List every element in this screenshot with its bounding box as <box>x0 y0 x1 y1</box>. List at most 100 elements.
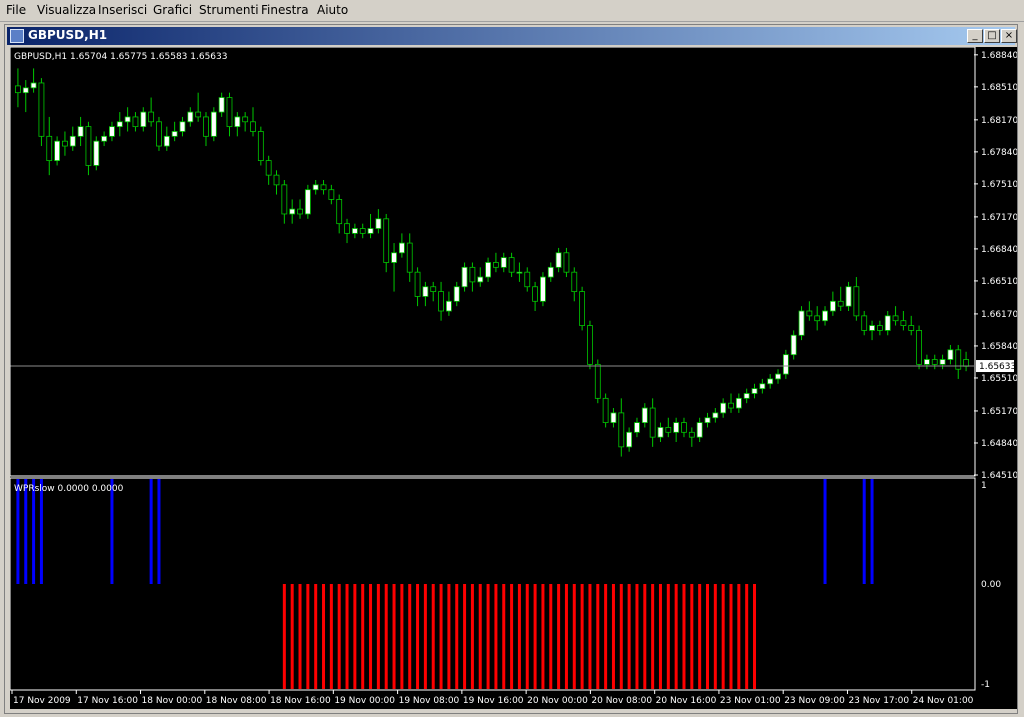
candle-body <box>69 135 76 147</box>
candle <box>728 393 734 413</box>
candle-body <box>77 126 84 137</box>
candle-body <box>634 422 640 433</box>
candle-body <box>493 262 499 268</box>
menu-finestra[interactable]: Finestra <box>261 3 309 17</box>
wpr-down-bar <box>384 584 388 689</box>
candle-body <box>853 286 860 317</box>
candle <box>931 354 938 370</box>
wpr-down-bar <box>282 584 286 689</box>
candle-body <box>704 417 711 423</box>
price-label: 1.67840 <box>981 148 1017 158</box>
candle <box>712 408 719 423</box>
candle <box>540 272 546 307</box>
wpr-down-bar <box>517 584 521 689</box>
candle-body <box>540 276 546 302</box>
candle <box>477 267 484 287</box>
wpr-up-bar <box>149 479 153 584</box>
wpr-down-bar <box>392 584 396 689</box>
candle <box>54 136 60 166</box>
candle-body <box>15 85 21 94</box>
candle <box>735 393 742 413</box>
wpr-down-bar <box>470 584 474 689</box>
candle-body <box>187 111 194 123</box>
candle-body <box>171 131 178 137</box>
wpr-down-bar <box>439 584 443 689</box>
wpr-down-bar <box>745 584 749 689</box>
maximize-button[interactable]: □ <box>984 29 1000 43</box>
candle <box>218 92 225 117</box>
candle <box>775 369 781 384</box>
wpr-down-bar <box>306 584 310 689</box>
menu-grafici[interactable]: Grafici <box>153 3 192 17</box>
candle <box>422 281 429 307</box>
candle-body <box>304 189 311 215</box>
candle-body <box>453 286 460 302</box>
price-label: 1.66170 <box>981 310 1017 320</box>
candle <box>187 107 194 127</box>
chart-canvas[interactable]: 1.68840 1.68510 1.68170 1.67840 1.67510 1.671… <box>9 46 1018 709</box>
candle <box>93 136 100 171</box>
candle-body <box>101 135 108 142</box>
minimize-button[interactable]: _ <box>967 29 983 43</box>
menu-inserisci[interactable]: Inserisci <box>98 3 147 17</box>
candle-body <box>367 228 374 234</box>
candle <box>720 398 727 418</box>
candle <box>571 267 578 302</box>
menu-visualizza[interactable]: Visualizza <box>37 3 96 17</box>
candle <box>414 267 421 307</box>
candle-body <box>375 218 382 229</box>
price-label: 1.66510 <box>981 277 1017 287</box>
candle <box>829 291 836 316</box>
candle-body <box>775 373 781 380</box>
candle <box>438 281 444 321</box>
time-label: 19 Nov 16:00 <box>463 696 524 706</box>
candle-body <box>344 223 350 234</box>
candle <box>500 252 507 273</box>
candle <box>798 306 805 341</box>
wpr-down-bar <box>557 584 561 689</box>
chart-header: GBPUSD,H1 1.65704 1.65775 1.65583 1.6563… <box>14 52 227 62</box>
candle-body <box>587 325 593 365</box>
candle-body <box>939 359 946 365</box>
wpr-down-bar <box>611 584 615 689</box>
candle-body <box>485 262 491 278</box>
candle-body <box>869 325 875 331</box>
price-pane-border <box>9 46 976 477</box>
candle <box>493 252 499 273</box>
candle <box>657 422 664 443</box>
time-label: 20 Nov 08:00 <box>591 696 652 706</box>
candle-body <box>790 334 797 356</box>
candle <box>116 112 123 137</box>
candle-body <box>312 184 319 191</box>
candle-body <box>798 310 805 336</box>
candle-body <box>814 315 821 322</box>
wpr-down-bar <box>651 584 655 689</box>
candle <box>892 306 899 326</box>
candle-body <box>320 184 327 191</box>
window-title: GBPUSD,H1 <box>28 28 108 42</box>
menu-aiuto[interactable]: Aiuto <box>317 3 348 17</box>
candle-body <box>563 252 570 273</box>
candle <box>101 131 108 147</box>
wpr-down-bar <box>353 584 357 689</box>
close-button[interactable]: × <box>1001 29 1017 43</box>
indicator-pane-border <box>9 477 976 691</box>
candle <box>351 223 358 239</box>
candle <box>516 262 523 282</box>
wpr-down-bar <box>345 584 349 689</box>
candle <box>641 403 648 428</box>
chart-area[interactable]: 1.68840 1.68510 1.68170 1.67840 1.67510 1.671… <box>9 46 1018 709</box>
candle <box>947 344 954 365</box>
price-label: 1.64840 <box>981 439 1017 449</box>
candle-body <box>391 252 397 263</box>
wpr-down-bar <box>541 584 545 689</box>
menu-strumenti[interactable]: Strumenti <box>199 3 259 17</box>
menu-file[interactable]: File <box>6 3 26 17</box>
candle <box>383 213 390 273</box>
candle-body <box>822 310 828 322</box>
candle <box>38 78 45 147</box>
candle-body <box>963 359 969 367</box>
candle-body <box>109 126 115 137</box>
window-titlebar[interactable]: GBPUSD,H1 _ □ × <box>7 27 1017 45</box>
candle <box>955 344 962 379</box>
